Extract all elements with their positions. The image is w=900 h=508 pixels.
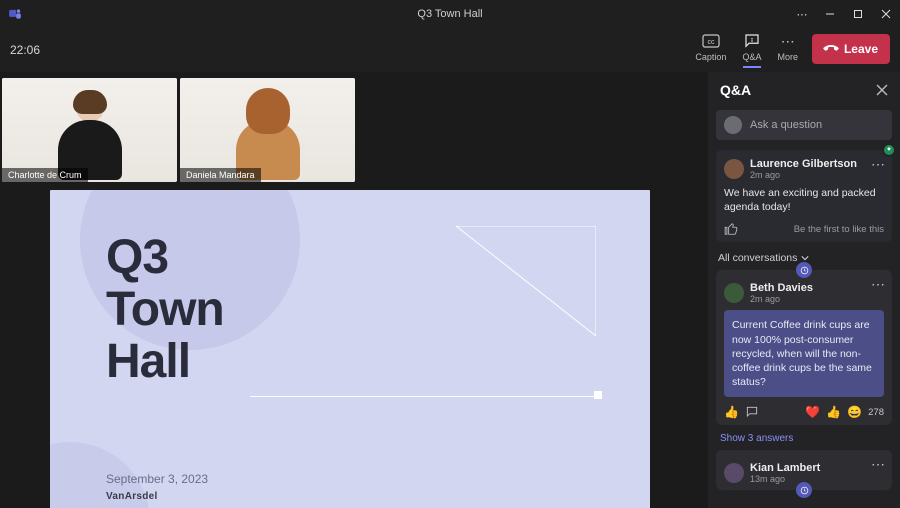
avatar [724, 159, 744, 179]
slide-decoration-triangle [456, 226, 596, 336]
more-button[interactable]: ⋯ More [775, 30, 800, 64]
like-button[interactable] [724, 222, 738, 236]
ask-placeholder: Ask a question [750, 119, 822, 131]
moderator-pin-icon [796, 262, 812, 278]
host-announcement: Laurence Gilbertson 2m ago ⋯ We have an … [716, 150, 892, 242]
show-answers-link[interactable]: Show 3 answers [708, 433, 900, 450]
post-more-icon[interactable]: ⋯ [871, 456, 886, 473]
qna-question: Beth Davies 2m ago ⋯ Current Coffee drin… [716, 270, 892, 425]
teams-app-icon [6, 5, 24, 23]
qna-label: Q&A [742, 52, 761, 62]
reaction-count: 278 [868, 407, 884, 418]
leave-button[interactable]: Leave [812, 34, 890, 64]
moderator-pin-icon [796, 482, 812, 498]
ask-question-input[interactable]: Ask a question [716, 110, 892, 140]
upvote-button[interactable]: 👍 [724, 405, 739, 419]
participant-video[interactable]: Charlotte de Crum [2, 78, 177, 182]
qna-close-icon[interactable] [876, 84, 888, 96]
post-more-icon[interactable]: ⋯ [871, 156, 886, 173]
reaction-summary[interactable]: ❤️ 👍 😄 278 [805, 405, 884, 419]
titlebar: Q3 Town Hall ⋯ [0, 0, 900, 28]
organizer-badge-icon [882, 143, 896, 157]
caption-button[interactable]: cc Caption [693, 30, 728, 64]
slide-brand: VanArsdel [106, 491, 158, 502]
window-more-icon[interactable]: ⋯ [788, 0, 816, 28]
qna-panel: Q&A Ask a question Laurence Gilbertson 2… [708, 72, 900, 508]
qna-button[interactable]: Q&A [740, 30, 763, 64]
post-time: 2m ago [750, 170, 857, 180]
avatar [724, 283, 744, 303]
post-time: 13m ago [750, 474, 820, 484]
window-minimize-icon[interactable] [816, 0, 844, 28]
window-maximize-icon[interactable] [844, 0, 872, 28]
participant-name-label: Daniela Mandara [180, 168, 261, 182]
author-name: Beth Davies [750, 282, 813, 294]
post-more-icon[interactable]: ⋯ [871, 276, 886, 293]
question-text: Current Coffee drink cups are now 100% p… [724, 310, 884, 397]
qna-panel-title: Q&A [720, 82, 751, 98]
post-time: 2m ago [750, 294, 813, 304]
meeting-stage: Charlotte de Crum Daniela Mandara Q3 Tow… [0, 72, 708, 508]
reply-button[interactable] [745, 405, 759, 419]
participant-name-label: Charlotte de Crum [2, 168, 88, 182]
smile-icon: 😄 [847, 405, 862, 419]
meeting-toolbar: 22:06 cc Caption Q&A ⋯ More Leave [0, 28, 900, 72]
avatar [724, 463, 744, 483]
more-label: More [777, 52, 798, 62]
slide-divider [250, 396, 600, 397]
more-icon: ⋯ [779, 32, 797, 50]
qna-icon [743, 32, 761, 50]
participant-video[interactable]: Daniela Mandara [180, 78, 355, 182]
author-name: Laurence Gilbertson [750, 158, 857, 170]
meeting-timer: 22:06 [10, 43, 40, 57]
author-name: Kian Lambert [750, 462, 820, 474]
thumbs-up-icon: 👍 [826, 405, 841, 419]
post-text: We have an exciting and packed agenda to… [724, 186, 884, 214]
slide-date: September 3, 2023 [106, 472, 208, 486]
caption-icon: cc [702, 32, 720, 50]
svg-text:cc: cc [707, 39, 715, 46]
shared-slide: Q3 Town Hall September 3, 2023 VanArsdel [50, 190, 650, 508]
heart-icon: ❤️ [805, 405, 820, 419]
slide-dot [594, 391, 602, 399]
like-hint: Be the first to like this [794, 224, 884, 235]
self-avatar [724, 116, 742, 134]
window-title: Q3 Town Hall [417, 8, 482, 20]
chevron-down-icon [801, 254, 809, 262]
leave-label: Leave [844, 42, 878, 56]
qna-question: Kian Lambert 13m ago ⋯ [716, 450, 892, 490]
caption-label: Caption [695, 52, 726, 62]
window-close-icon[interactable] [872, 0, 900, 28]
leave-phone-icon [821, 39, 841, 59]
